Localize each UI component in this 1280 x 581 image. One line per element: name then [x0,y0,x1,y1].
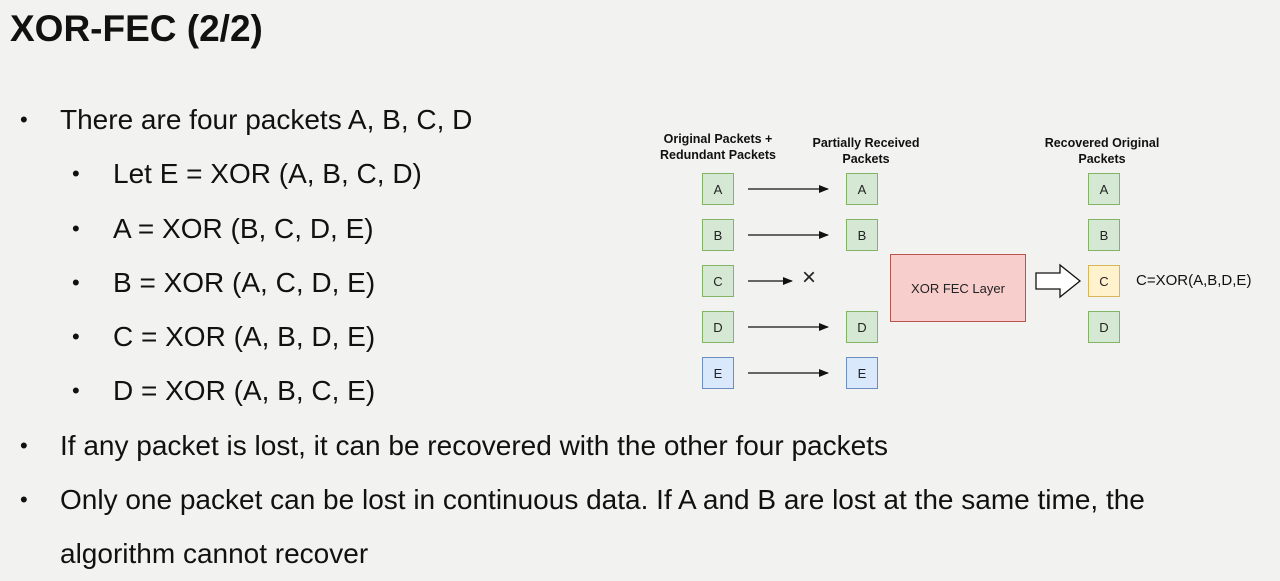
bullet-text: C = XOR (A, B, D, E) [113,321,376,352]
bullet-dot: • [20,433,28,458]
bullet-text: If any packet is lost, it can be recover… [60,430,888,461]
bullet-text: There are four packets A, B, C, D [60,104,473,135]
bullet-dot: • [72,161,80,186]
arrows-layer [748,185,1082,377]
bullet-dot: • [20,107,28,132]
bullet-dot: • [72,216,80,241]
slide-title: XOR-FEC (2/2) [10,8,263,49]
bullet-dot: • [20,487,28,512]
bullet-dot: • [72,270,80,295]
bullet-dot: • [72,324,80,349]
bullet-dot: • [72,378,80,403]
bullet-text: A = XOR (B, C, D, E) [113,213,374,244]
bullet-text: D = XOR (A, B, C, E) [113,375,376,406]
hollow-arrow [1035,263,1082,299]
bullet-text: Only one packet can be lost in continuou… [60,484,1145,569]
xor-fec-diagram: Original Packets + Redundant Packets Par… [640,120,1280,420]
bullet-text: Let E = XOR (A, B, C, D) [113,158,422,189]
bullet-text: B = XOR (A, C, D, E) [113,267,376,298]
